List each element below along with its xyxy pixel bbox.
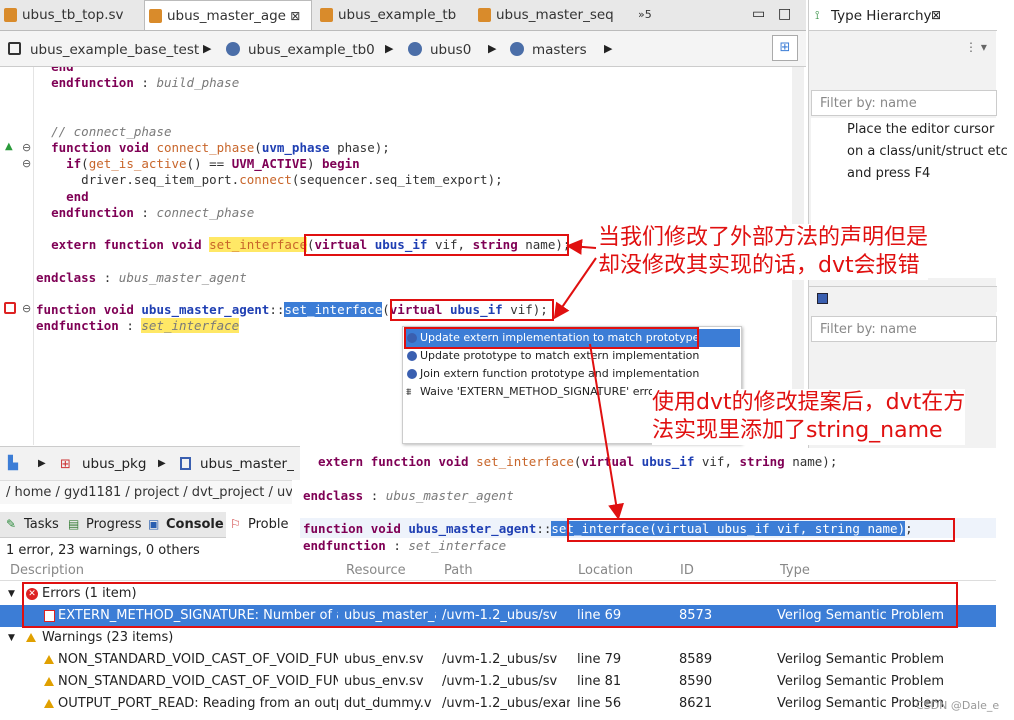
watermark: CSDN @Dale_e — [916, 699, 1000, 712]
annotation-arrows — [553, 238, 624, 520]
arrow-to-impl — [553, 257, 597, 320]
arrow-to-extern — [566, 238, 597, 255]
arrow-to-fixed-impl — [589, 343, 624, 520]
